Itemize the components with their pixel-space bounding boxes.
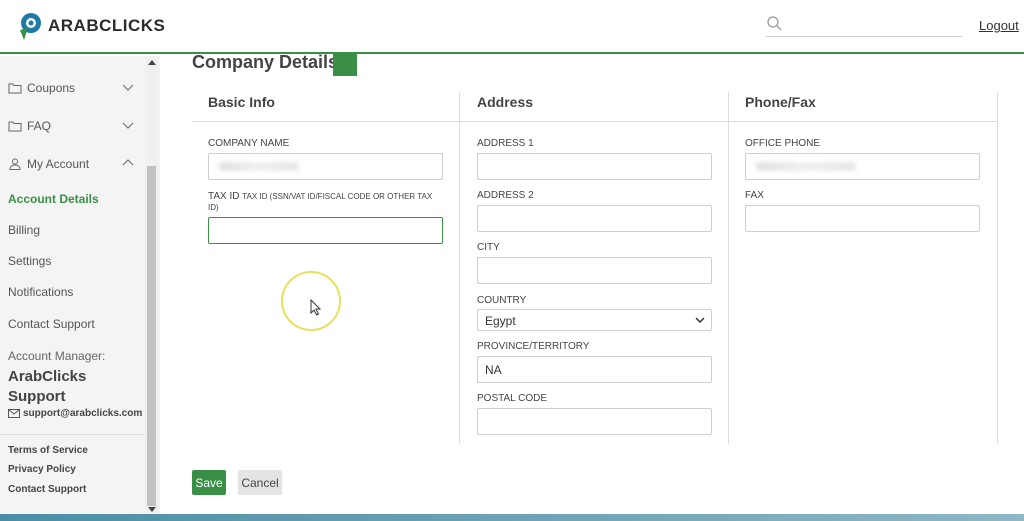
mouse-pointer-icon [310,299,322,316]
city-label: CITY [477,242,500,253]
province-label: PROVINCE/TERRITORY [477,341,590,352]
terms-of-service-link[interactable]: Terms of Service [8,445,88,456]
top-header: ARABCLICKS Logout [0,0,1024,54]
column-divider [728,92,729,444]
save-button[interactable]: Save [192,470,226,495]
office-phone-label: OFFICE PHONE [745,138,821,149]
column-divider [997,92,998,444]
company-name-label: COMPANY NAME [208,138,290,149]
search-input[interactable] [766,15,962,37]
account-manager-email[interactable]: support@arabclicks.com [8,408,142,419]
sidebar-item-my-account[interactable]: My Account [8,152,134,176]
sidebar-subitem-billing[interactable]: Billing [8,223,40,237]
redacted-value [219,162,299,171]
city-field[interactable] [477,257,712,284]
company-name-field[interactable] [208,153,443,180]
folder-icon [8,121,22,132]
arabclicks-logo[interactable]: ARABCLICKS [14,10,165,42]
phone-fax-heading: Phone/Fax [745,94,816,110]
folder-icon [8,83,22,94]
contact-support-link[interactable]: Contact Support [8,484,86,495]
account-manager-label: Account Manager: [8,349,106,363]
scroll-up-arrow-icon[interactable] [148,60,156,65]
column-divider [459,92,460,444]
basic-info-heading: Basic Info [208,94,275,110]
sidebar-subitem-settings[interactable]: Settings [8,254,51,268]
scroll-thumb[interactable] [147,166,156,506]
address-heading: Address [477,94,534,110]
chevron-down-icon [122,84,134,91]
postal-code-label: POSTAL CODE [477,393,548,404]
address-1-field[interactable] [477,153,712,180]
tax-id-field[interactable] [208,217,443,244]
logout-link[interactable]: Logout [979,18,1019,33]
fax-label: FAX [745,190,764,201]
sidebar-item-label: My Account [27,157,90,171]
fax-field[interactable] [745,205,980,232]
privacy-policy-link[interactable]: Privacy Policy [8,464,76,475]
account-manager-name: ArabClicks Support [8,368,87,405]
sidebar-subitem-contact-support[interactable]: Contact Support [8,317,95,331]
sidebar-subitem-account-details[interactable]: Account Details [8,192,99,206]
chevron-down-icon [695,317,705,324]
redacted-value [756,162,856,171]
sidebar-scrollbar[interactable] [145,56,159,514]
logo-text: ARABCLICKS [48,16,166,35]
sidebar-item-label: Coupons [27,81,76,95]
sidebar-subitem-notifications[interactable]: Notifications [8,285,73,299]
logo-pin-icon [20,13,41,40]
tax-id-label: TAX ID TAX ID (SSN/VAT ID/FISCAL CODE OR… [208,191,433,212]
edit-badge [333,54,357,76]
cancel-button[interactable]: Cancel [238,470,282,495]
address-2-field[interactable] [477,205,712,232]
country-select[interactable]: Egypt [477,309,712,331]
window-bottom-edge [0,514,1024,521]
office-phone-field[interactable] [745,153,980,180]
sidebar: Coupons FAQ My Account Account Details B… [0,56,160,521]
sidebar-item-faq[interactable]: FAQ [8,114,134,138]
company-details-card: Basic Info Address Phone/Fax COMPANY NAM… [192,92,998,444]
address-2-label: ADDRESS 2 [477,190,534,201]
province-field[interactable]: NA [477,356,712,383]
search-icon [767,16,782,31]
sidebar-divider [0,434,145,435]
address-1-label: ADDRESS 1 [477,138,534,149]
sidebar-item-label: FAQ [27,119,52,133]
country-label: COUNTRY [477,295,527,306]
card-header-divider [192,121,998,122]
chevron-up-icon [122,159,134,166]
page-title: Company Details [192,52,339,72]
chevron-down-icon [122,122,134,129]
user-icon [9,158,21,170]
mail-icon [8,409,20,418]
sidebar-item-coupons[interactable]: Coupons [8,76,134,100]
postal-code-field[interactable] [477,408,712,435]
scroll-down-arrow-icon[interactable] [148,507,156,512]
